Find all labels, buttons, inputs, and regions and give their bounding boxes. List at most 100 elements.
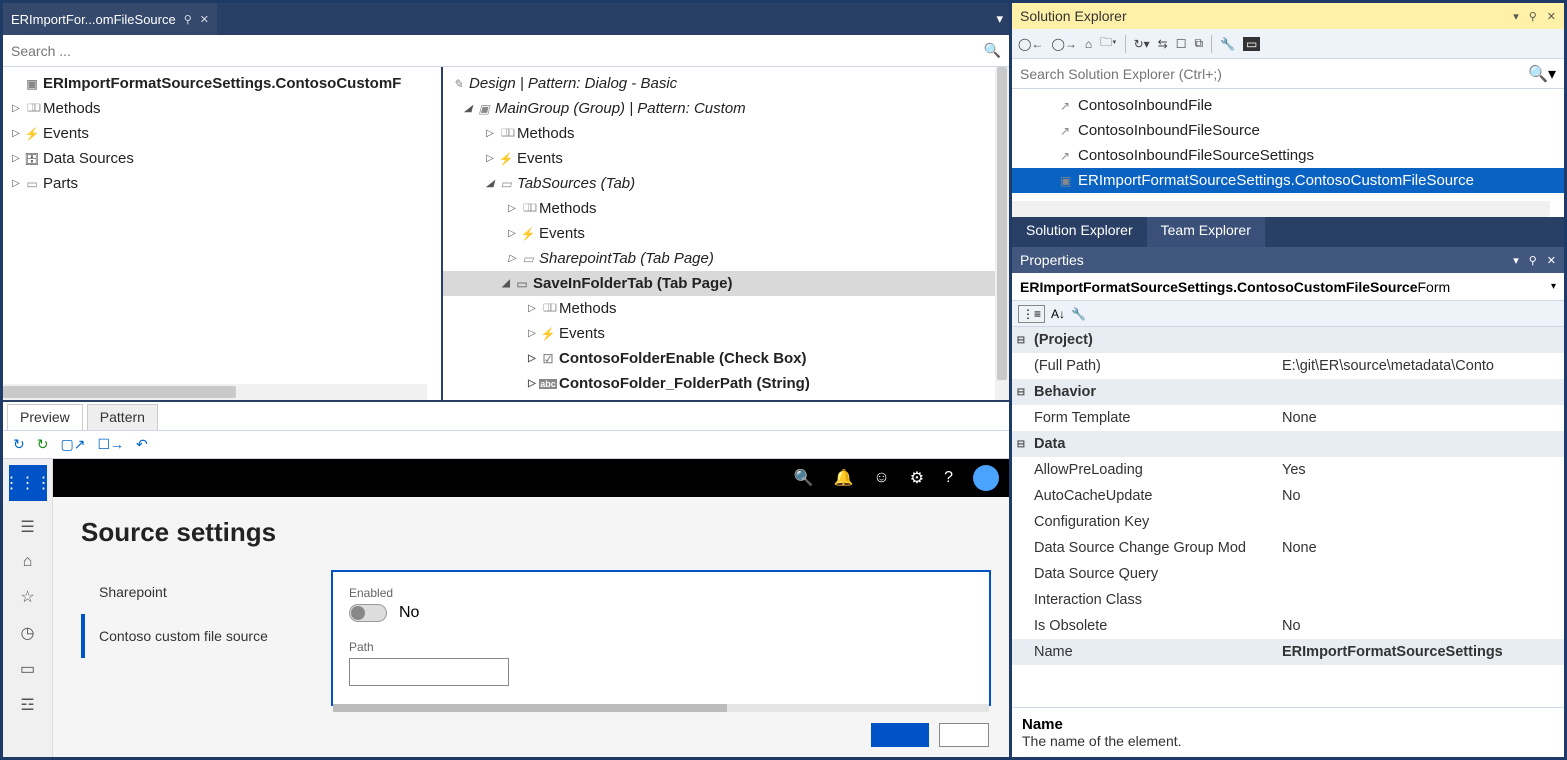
- smile-icon[interactable]: ☺: [873, 469, 889, 487]
- alphabetical-icon[interactable]: A↓: [1051, 307, 1065, 321]
- properties-icon[interactable]: 🔧: [1220, 37, 1235, 51]
- panel-hscroll[interactable]: [333, 704, 989, 712]
- avatar[interactable]: [973, 465, 999, 491]
- close-icon[interactable]: ✕: [200, 13, 209, 26]
- list-icon[interactable]: ☲: [20, 695, 34, 715]
- prop-interactionclass[interactable]: Interaction Class: [1012, 587, 1564, 613]
- waffle-icon[interactable]: ⋮⋮⋮: [9, 465, 47, 501]
- refresh-icon[interactable]: ↻: [13, 436, 25, 453]
- events-node[interactable]: ▷Events: [3, 121, 441, 146]
- search-icon[interactable]: 🔍: [984, 42, 1001, 59]
- methods-node-4[interactable]: ▷Methods: [443, 296, 1009, 321]
- tab-preview[interactable]: Preview: [7, 404, 83, 430]
- tab-solution-explorer[interactable]: Solution Explorer: [1012, 217, 1147, 247]
- prop-formtemplate[interactable]: Form TemplateNone: [1012, 405, 1564, 431]
- gear-icon[interactable]: ⚙: [910, 468, 924, 488]
- primary-button[interactable]: [871, 723, 929, 747]
- prop-dsq[interactable]: Data Source Query: [1012, 561, 1564, 587]
- cat-data[interactable]: ⊟Data: [1012, 431, 1564, 457]
- search-icon[interactable]: 🔍: [794, 468, 814, 488]
- datasources-node[interactable]: ▷Data Sources: [3, 146, 441, 171]
- pin-icon[interactable]: ⚲: [184, 13, 192, 26]
- undo-icon[interactable]: ↶: [136, 436, 148, 453]
- list-item-contoso[interactable]: Contoso custom file source: [81, 614, 331, 658]
- home-icon[interactable]: ⌂: [23, 553, 33, 571]
- prop-isobsolete[interactable]: Is ObsoleteNo: [1012, 613, 1564, 639]
- card-icon[interactable]: ▭: [20, 659, 35, 679]
- prop-fullpath[interactable]: (Full Path)E:\git\ER\source\metadata\Con…: [1012, 353, 1564, 379]
- secondary-button[interactable]: [939, 723, 989, 747]
- tabsources-node[interactable]: ◢TabSources (Tab): [443, 171, 1009, 196]
- path-input[interactable]: [349, 658, 509, 686]
- string-node[interactable]: ▷ContosoFolder_FolderPath (String): [443, 371, 1009, 396]
- cat-behavior[interactable]: ⊟Behavior: [1012, 379, 1564, 405]
- events-icon: [23, 127, 41, 141]
- saveinfoldertab-node[interactable]: ◢SaveInFolderTab (Tab Page): [443, 271, 1009, 296]
- search-icon[interactable]: 🔍▾: [1528, 64, 1556, 84]
- prop-allowpreloading[interactable]: AllowPreLoadingYes: [1012, 457, 1564, 483]
- open-icon[interactable]: ▢↗: [60, 436, 85, 453]
- maingroup-node[interactable]: ◢MainGroup (Group) | Pattern: Custom: [443, 96, 1009, 121]
- close-icon[interactable]: ✕: [1547, 254, 1556, 267]
- enabled-toggle[interactable]: [349, 604, 387, 622]
- events-node-4[interactable]: ▷Events: [443, 321, 1009, 346]
- forward-icon[interactable]: ◯→: [1051, 37, 1076, 51]
- dropdown-icon[interactable]: ▾: [1513, 10, 1519, 23]
- methods-node-2[interactable]: ▷Methods: [443, 121, 1009, 146]
- bell-icon[interactable]: 🔔: [833, 468, 853, 488]
- cat-project[interactable]: ⊟(Project): [1012, 327, 1564, 353]
- prop-autocacheupdate[interactable]: AutoCacheUpdateNo: [1012, 483, 1564, 509]
- clock-icon[interactable]: ◷: [21, 623, 35, 643]
- pin-icon[interactable]: ⚲: [1529, 10, 1537, 23]
- star-icon[interactable]: ☆: [20, 587, 34, 607]
- tab-pattern[interactable]: Pattern: [87, 404, 158, 430]
- sharepointtab-node[interactable]: ▷SharepointTab (Tab Page): [443, 246, 1009, 271]
- dropdown-icon[interactable]: ▾: [1513, 254, 1519, 267]
- hamburger-icon[interactable]: ☰: [20, 517, 34, 537]
- help-icon[interactable]: ?: [944, 469, 953, 487]
- se-hscroll[interactable]: [1012, 201, 1550, 217]
- se-item[interactable]: ContosoInboundFile: [1012, 93, 1564, 118]
- design-tree-vscroll[interactable]: [995, 67, 1009, 400]
- se-item[interactable]: ContosoInboundFileSourceSettings: [1012, 143, 1564, 168]
- methods-icon: [23, 103, 41, 114]
- checkbox-node[interactable]: ▷ContosoFolderEnable (Check Box): [443, 346, 1009, 371]
- se-item-selected[interactable]: ERImportFormatSourceSettings.ContosoCust…: [1012, 168, 1564, 193]
- refresh-icon[interactable]: ↻▾: [1134, 37, 1150, 51]
- events-node-3[interactable]: ▷Events: [443, 221, 1009, 246]
- home-icon[interactable]: ⌂: [1085, 37, 1092, 51]
- list-item-sharepoint[interactable]: Sharepoint: [81, 570, 331, 614]
- tab-overflow-icon[interactable]: ▾: [990, 3, 1009, 35]
- parts-node[interactable]: ▷Parts: [3, 171, 441, 196]
- methods-node[interactable]: ▷Methods: [3, 96, 441, 121]
- copy-icon[interactable]: ⧉: [1194, 36, 1203, 51]
- prop-dscgm[interactable]: Data Source Change Group ModNone: [1012, 535, 1564, 561]
- show-all-icon[interactable]: ☐: [1176, 37, 1187, 51]
- form-tree-hscroll[interactable]: [3, 384, 427, 400]
- help-name: Name: [1022, 716, 1554, 733]
- form-root-node[interactable]: ERImportFormatSourceSettings.ContosoCust…: [3, 71, 441, 96]
- export-icon[interactable]: ☐→: [97, 436, 124, 453]
- wrench-icon[interactable]: 🔧: [1071, 307, 1086, 321]
- design-icon: [449, 77, 467, 91]
- se-item[interactable]: ContosoInboundFileSource: [1012, 118, 1564, 143]
- methods-node-3[interactable]: ▷Methods: [443, 196, 1009, 221]
- back-icon[interactable]: ◯←: [1018, 37, 1043, 51]
- close-icon[interactable]: ✕: [1547, 10, 1556, 23]
- properties-header: Properties ▾ ⚲ ✕: [1012, 247, 1564, 273]
- categorized-icon[interactable]: ⋮≡: [1018, 305, 1045, 323]
- sync-icon[interactable]: 🗀▾: [1100, 33, 1116, 54]
- solution-explorer-search-input[interactable]: [1020, 66, 1528, 82]
- properties-combo[interactable]: ERImportFormatSourceSettings.ContosoCust…: [1012, 273, 1564, 301]
- collapse-icon[interactable]: ⇆: [1158, 37, 1168, 51]
- document-tab[interactable]: ERImportFor...omFileSource ⚲ ✕: [3, 3, 217, 35]
- events-node-2[interactable]: ▷Events: [443, 146, 1009, 171]
- pin-icon[interactable]: ⚲: [1529, 254, 1537, 267]
- design-root-node[interactable]: Design | Pattern: Dialog - Basic: [443, 71, 1009, 96]
- preview-icon[interactable]: ▭: [1243, 37, 1260, 51]
- designer-search-input[interactable]: [11, 43, 984, 59]
- tab-team-explorer[interactable]: Team Explorer: [1147, 217, 1265, 247]
- prop-name[interactable]: NameERImportFormatSourceSettings: [1012, 639, 1564, 665]
- refresh-all-icon[interactable]: ↻: [37, 436, 49, 453]
- prop-configurationkey[interactable]: Configuration Key: [1012, 509, 1564, 535]
